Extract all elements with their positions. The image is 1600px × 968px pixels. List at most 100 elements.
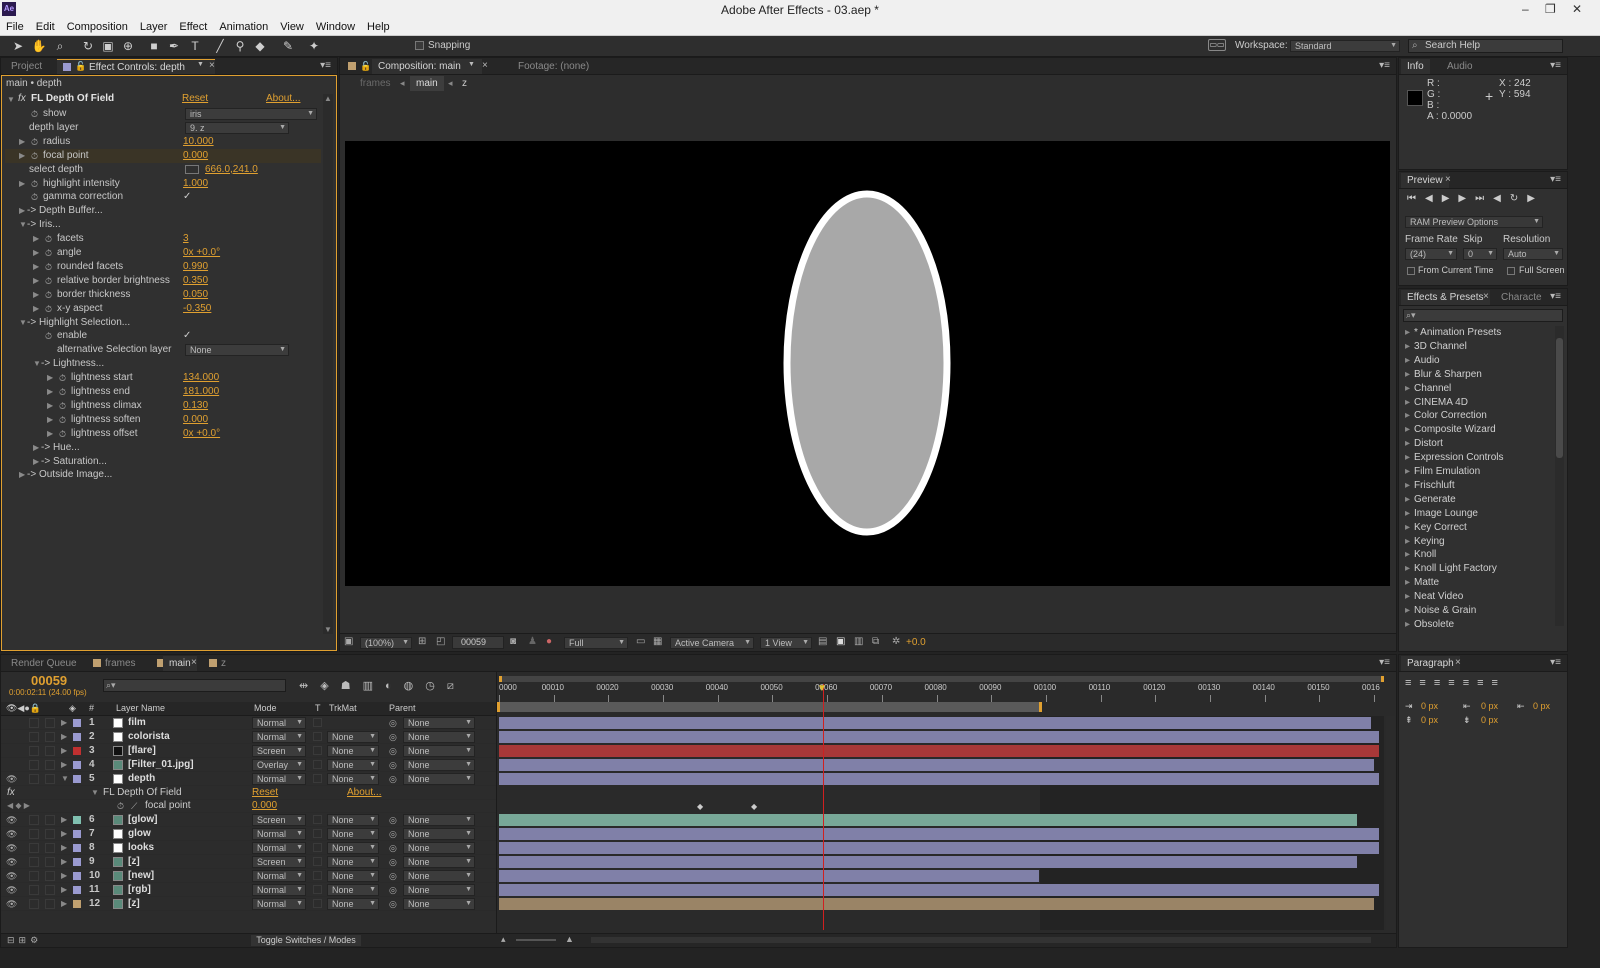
trkmat-select[interactable]: None — [327, 856, 379, 868]
layer-name[interactable]: colorista — [128, 730, 170, 744]
keyframe-icon-1[interactable]: ◆ — [697, 802, 703, 811]
expand-triangle-icon[interactable]: ▶ — [33, 232, 39, 246]
workspace-select[interactable]: Standard — [1290, 40, 1400, 52]
zoom-select[interactable]: (100%) — [360, 637, 412, 649]
layer-mode-select[interactable]: Screen — [252, 744, 306, 757]
keyframe-navigator-icon[interactable]: ◀ ◆ ▶ — [7, 799, 30, 813]
effect-category-item[interactable]: 3D Channel — [1405, 340, 1467, 354]
trkmat-select[interactable]: None — [327, 842, 379, 855]
layer-name[interactable]: [Filter_01.jpg] — [128, 758, 194, 772]
effect-param-value[interactable]: 0x +0.0° — [183, 427, 220, 441]
effect-category-item[interactable]: CINEMA 4D — [1405, 396, 1468, 410]
trkmat-select[interactable]: None — [327, 814, 379, 827]
layer-name-header[interactable]: Layer Name — [116, 703, 165, 713]
parent-select[interactable]: None — [403, 842, 475, 855]
layer-mode-select[interactable]: Normal — [252, 730, 306, 743]
zoom-tool-icon[interactable]: ⌕ — [52, 38, 68, 54]
trkmat-select[interactable]: None — [327, 758, 379, 771]
current-time-field[interactable]: 00059 — [452, 636, 504, 649]
layer-row[interactable]: 👁 ▶ 6 [glow] Screen None ◎ None — [1, 813, 496, 828]
toggle-switches-modes-button[interactable]: Toggle Switches / Modes — [251, 935, 361, 946]
eye-icon[interactable]: 👁 — [6, 883, 17, 897]
preserve-transparency-checkbox[interactable] — [313, 829, 322, 839]
stopwatch-icon[interactable]: ⏱ — [45, 329, 52, 343]
parent-select[interactable]: None — [403, 730, 475, 743]
effect-param-value[interactable]: 10.000 — [183, 135, 214, 149]
stopwatch-icon[interactable]: ⏱ — [45, 260, 52, 274]
effect-category-item[interactable]: Noise & Grain — [1405, 604, 1476, 618]
menu-file[interactable]: File — [0, 20, 30, 33]
tab-footage[interactable]: Footage: (none) — [512, 59, 595, 74]
label-color-swatch[interactable] — [73, 760, 81, 769]
camera-tool-icon[interactable]: ▣ — [100, 38, 116, 54]
timeline-timecode[interactable]: 00059 — [31, 673, 67, 688]
expand-layer-icon[interactable]: ▶ — [61, 744, 67, 758]
trkmat-select[interactable]: None — [327, 869, 379, 882]
layer-name[interactable]: [z] — [128, 855, 140, 869]
expand-triangle-icon[interactable]: ▶ — [19, 135, 25, 149]
restore-icon[interactable]: ❐ — [1545, 2, 1556, 16]
motion-blur-icon[interactable]: ◐ — [385, 680, 404, 692]
time-navigator[interactable] — [499, 676, 1384, 682]
effect-param-row[interactable]: ▼ -> Iris... — [5, 218, 321, 232]
effect-param-row[interactable]: depth layer 9. z — [5, 121, 321, 135]
roto-brush-tool-icon[interactable]: ✎ — [280, 38, 296, 54]
layer-mode-select[interactable]: Overlay — [252, 758, 306, 771]
parent-pickwhip-icon[interactable]: ◎ — [389, 813, 397, 827]
menu-layer[interactable]: Layer — [134, 20, 174, 33]
parent-select[interactable]: None — [403, 856, 475, 868]
expand-triangle-icon[interactable]: ▶ — [33, 274, 39, 288]
navigator-end-handle[interactable] — [1381, 676, 1384, 682]
info-panel-menu-icon[interactable]: ▾≡ — [1550, 60, 1561, 71]
skip-select[interactable]: 0 — [1463, 248, 1497, 260]
layer-row[interactable]: 👁 ▶ 10 [new] Normal None ◎ None — [1, 869, 496, 883]
transparency-grid-icon[interactable]: ▦ — [653, 636, 662, 647]
view-layout-select[interactable]: 1 View — [760, 637, 812, 649]
align-left-icon[interactable]: ≡ — [1405, 677, 1419, 689]
point-picker-icon[interactable] — [185, 164, 199, 174]
timeline-search-input[interactable]: ⌕▾ — [103, 679, 286, 692]
expand-layer-icon[interactable]: ▶ — [61, 897, 67, 911]
parent-select[interactable]: None — [403, 869, 475, 882]
lock-switch[interactable] — [45, 857, 55, 867]
type-tool-icon[interactable]: T — [187, 38, 203, 54]
parent-pickwhip-icon[interactable]: ◎ — [389, 758, 397, 772]
solo-switch[interactable] — [29, 731, 39, 742]
lock-switch[interactable] — [45, 759, 55, 770]
effect-category-item[interactable]: Keying — [1405, 535, 1445, 549]
eye-icon[interactable]: 👁 — [6, 827, 17, 841]
preserve-transparency-checkbox[interactable] — [313, 815, 322, 825]
expand-panes-icons[interactable]: ⊟⊞⚙ — [7, 935, 42, 946]
layer-duration-bar[interactable] — [499, 730, 1379, 743]
stopwatch-icon[interactable]: ⏱ — [45, 274, 52, 288]
expand-triangle-icon[interactable]: ▶ — [33, 260, 39, 274]
effect-category-item[interactable]: Obsolete — [1405, 618, 1454, 632]
resolution-select-preview[interactable]: Auto — [1503, 248, 1563, 260]
lock-switch[interactable] — [45, 718, 55, 728]
stopwatch-icon[interactable]: ⏱ — [31, 135, 38, 149]
label-color-swatch[interactable] — [73, 746, 81, 755]
safe-zones-icon[interactable]: ⊞ — [418, 636, 426, 647]
effect-category-item[interactable]: Knoll — [1405, 548, 1436, 562]
effect-param-value[interactable]: 0.050 — [183, 288, 208, 302]
effect-category-item[interactable]: Knoll Light Factory — [1405, 562, 1497, 576]
preserve-transparency-checkbox[interactable] — [313, 718, 322, 727]
close-comp-tab-icon[interactable]: × — [482, 60, 488, 71]
stopwatch-icon[interactable]: ⏱ — [59, 427, 66, 441]
tab-effects-presets[interactable]: Effects & Presets — [1401, 290, 1490, 305]
expand-triangle-icon[interactable]: ▶ — [19, 149, 25, 163]
layer-property-row[interactable]: ◀ ◆ ▶ ⏱ ⟋ focal point 0.000 — [1, 799, 496, 814]
layer-duration-bar[interactable] — [499, 842, 1379, 855]
expand-triangle-icon[interactable]: ▶ — [19, 177, 25, 191]
preserve-transparency-checkbox[interactable] — [313, 884, 322, 894]
effect-param-row[interactable]: ⏱ show iris — [5, 107, 321, 121]
exposure-icon[interactable]: ✲ — [892, 636, 900, 647]
layer-duration-bar[interactable] — [499, 814, 1357, 827]
timeline-vscrollbar[interactable] — [1386, 716, 1395, 930]
effect-param-row[interactable]: select depth 666.0,241.0 — [5, 163, 321, 177]
effect-param-row[interactable]: alternative Selection layer None — [5, 343, 321, 357]
preserve-transparency-checkbox[interactable] — [313, 843, 322, 853]
solo-switch[interactable] — [29, 718, 39, 728]
frame-blending-icon[interactable]: ▥ — [363, 680, 385, 692]
effect-category-item[interactable]: Distort — [1405, 437, 1443, 451]
